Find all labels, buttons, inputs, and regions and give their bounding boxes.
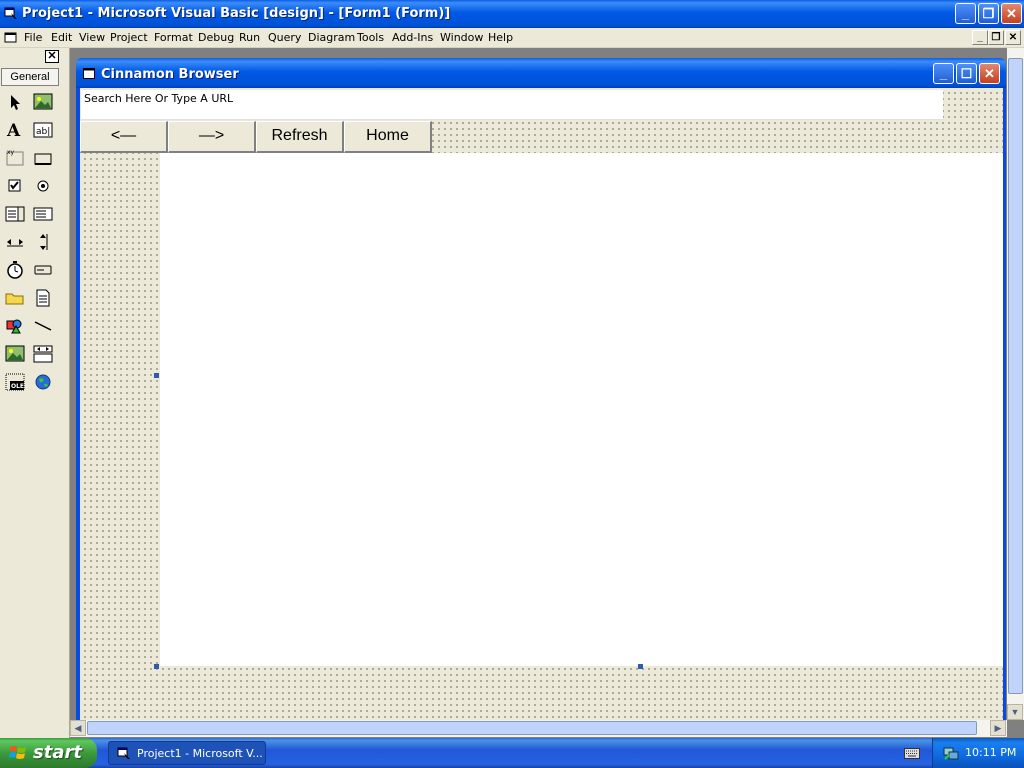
webbrowser-icon[interactable] xyxy=(32,371,54,393)
menu-edit[interactable]: Edit xyxy=(51,31,72,44)
optionbutton-icon[interactable] xyxy=(32,175,54,197)
commandbutton-icon[interactable] xyxy=(32,147,54,169)
form-minimize-button[interactable]: _ xyxy=(933,63,954,84)
menu-diagram[interactable]: Diagram xyxy=(308,31,355,44)
menu-debug[interactable]: Debug xyxy=(198,31,234,44)
menu-project[interactable]: Project xyxy=(110,31,148,44)
ole-icon[interactable]: OLE xyxy=(4,371,26,393)
start-button[interactable]: start xyxy=(0,738,97,768)
vertical-scroll-thumb[interactable] xyxy=(1008,58,1023,694)
refresh-button[interactable]: Refresh xyxy=(256,121,344,153)
back-button[interactable]: <— xyxy=(80,121,168,153)
data-icon[interactable] xyxy=(32,343,54,365)
line-icon[interactable] xyxy=(32,315,54,337)
horizontal-scrollbar[interactable]: ◀ ▶ xyxy=(70,720,1007,737)
menu-window[interactable]: Window xyxy=(440,31,483,44)
timer-icon[interactable] xyxy=(4,259,26,281)
frame-icon[interactable]: xy xyxy=(4,147,26,169)
url-input-text: Search Here Or Type A URL xyxy=(84,92,234,105)
maximize-icon: ☐ xyxy=(960,66,973,81)
menu-help[interactable]: Help xyxy=(488,31,513,44)
home-button[interactable]: Home xyxy=(344,121,432,153)
menu-view[interactable]: View xyxy=(79,31,105,44)
form-maximize-button[interactable]: ☐ xyxy=(956,63,977,84)
sizing-handle[interactable] xyxy=(154,664,159,669)
svg-text:OLE: OLE xyxy=(11,383,24,390)
restore-icon: ❐ xyxy=(991,32,1001,43)
menu-file[interactable]: File xyxy=(24,31,42,44)
menu-run[interactable]: Run xyxy=(239,31,260,44)
svg-text:A: A xyxy=(6,121,21,141)
taskbar-item-label: Project1 - Microsoft V... xyxy=(137,747,263,760)
vertical-scrollbar[interactable]: ▼ xyxy=(1007,48,1024,720)
app-title: Project1 - Microsoft Visual Basic [desig… xyxy=(22,6,451,21)
minimize-icon: _ xyxy=(961,6,970,21)
windows-logo-icon xyxy=(9,746,26,759)
textbox-icon[interactable]: ab| xyxy=(32,119,54,141)
form-close-button[interactable]: ✕ xyxy=(979,63,1000,84)
toolbox-close-button[interactable]: ✕ xyxy=(45,50,59,63)
menu-bar: File Edit View Project Format Debug Run … xyxy=(0,28,1024,48)
menu-tools[interactable]: Tools xyxy=(357,31,384,44)
pointer-icon[interactable] xyxy=(4,91,26,113)
system-tray: 10:11 PM xyxy=(932,738,1024,768)
taskbar-item-project1[interactable]: Project1 - Microsoft V... xyxy=(108,741,266,765)
filelistbox-icon[interactable] xyxy=(32,287,54,309)
minimize-button[interactable]: _ xyxy=(955,3,976,24)
clock[interactable]: 10:11 PM xyxy=(965,746,1016,759)
form-window[interactable]: Cinnamon Browser _ ☐ ✕ Search Here Or Ty… xyxy=(76,58,1006,720)
checkbox-icon[interactable] xyxy=(4,175,26,197)
forward-button[interactable]: —> xyxy=(168,121,256,153)
shape-icon[interactable] xyxy=(4,315,26,337)
horizontal-scroll-thumb[interactable] xyxy=(87,721,977,735)
form-title-bar[interactable]: Cinnamon Browser _ ☐ ✕ xyxy=(76,58,1006,88)
listbox-icon[interactable] xyxy=(32,203,54,225)
network-icon[interactable] xyxy=(943,745,959,761)
mdi-minimize-button[interactable]: _ xyxy=(972,30,988,45)
menu-query[interactable]: Query xyxy=(268,31,301,44)
form-title: Cinnamon Browser xyxy=(101,67,239,82)
vb-app-icon xyxy=(4,7,17,19)
combobox-icon[interactable] xyxy=(4,203,26,225)
minimize-icon: _ xyxy=(939,66,948,81)
restore-button[interactable]: ❐ xyxy=(978,3,999,24)
image-icon[interactable] xyxy=(4,343,26,365)
picturebox-icon[interactable] xyxy=(32,91,54,113)
dirlistbox-icon[interactable] xyxy=(4,287,26,309)
menu-format[interactable]: Format xyxy=(154,31,193,44)
close-icon: ✕ xyxy=(1006,6,1017,21)
scroll-down-icon[interactable]: ▼ xyxy=(1007,704,1023,720)
toolbox: ✕ General A ab| xy OLE xyxy=(0,48,70,738)
svg-text:ab|: ab| xyxy=(36,127,50,137)
restore-icon: ❐ xyxy=(982,6,995,21)
minimize-icon: _ xyxy=(977,32,983,43)
form-design-surface[interactable]: Search Here Or Type A URL <— —> Refresh … xyxy=(80,88,1003,720)
url-input[interactable]: Search Here Or Type A URL xyxy=(81,90,943,120)
mdi-close-button[interactable]: ✕ xyxy=(1005,30,1021,45)
web-browser-control[interactable] xyxy=(160,153,1003,666)
menu-add-ins[interactable]: Add-Ins xyxy=(392,31,433,44)
drivelistbox-icon[interactable] xyxy=(32,259,54,281)
svg-text:xy: xy xyxy=(7,149,15,156)
sizing-handle[interactable] xyxy=(638,664,643,669)
label-icon[interactable]: A xyxy=(4,119,26,141)
start-label: start xyxy=(33,742,82,763)
vb-app-icon xyxy=(117,747,130,759)
mdi-restore-button[interactable]: ❐ xyxy=(988,30,1004,45)
app-title-bar[interactable]: Project1 - Microsoft Visual Basic [desig… xyxy=(0,0,1024,28)
toolbox-tab-general[interactable]: General xyxy=(1,68,59,86)
form-doc-icon[interactable] xyxy=(4,31,18,44)
close-icon: ✕ xyxy=(1008,32,1018,43)
sizing-handle[interactable] xyxy=(154,373,159,378)
close-icon: ✕ xyxy=(984,66,995,81)
hscrollbar-icon[interactable] xyxy=(4,231,26,253)
form-icon xyxy=(83,68,95,79)
close-button[interactable]: ✕ xyxy=(1001,3,1022,24)
keyboard-icon[interactable] xyxy=(904,748,920,759)
scroll-right-icon[interactable]: ▶ xyxy=(990,720,1006,736)
taskbar: start Project1 - Microsoft V... 10:11 PM xyxy=(0,738,1024,768)
scroll-left-icon[interactable]: ◀ xyxy=(70,720,86,736)
vscrollbar-icon[interactable] xyxy=(32,231,54,253)
